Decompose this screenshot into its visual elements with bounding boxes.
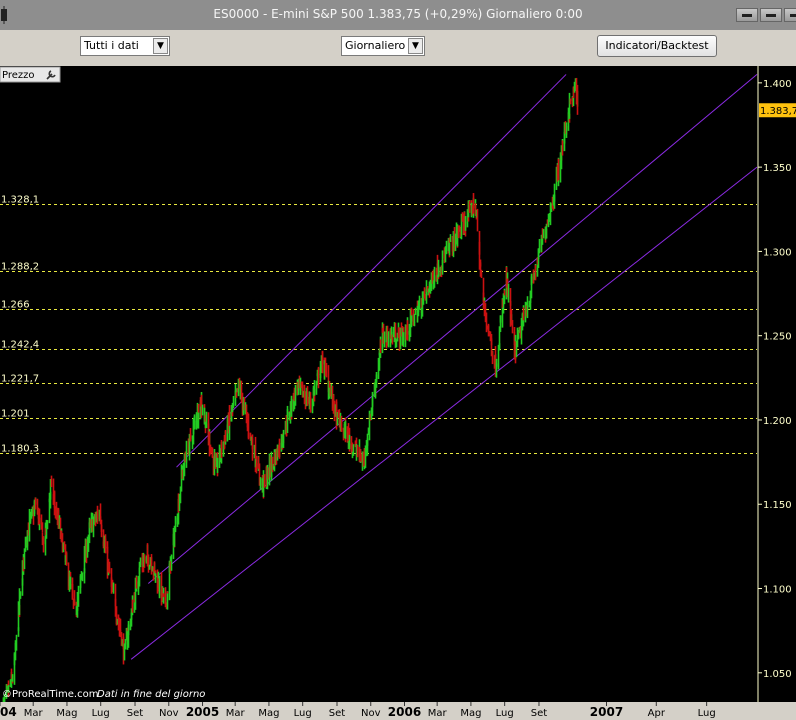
- price-tick-label: 1.100: [763, 585, 792, 596]
- level-label: 1.242,4: [1, 340, 39, 351]
- close-button[interactable]: [784, 8, 796, 22]
- price-tick-label: 1.150: [763, 500, 792, 511]
- data-range-select-value: Tutti i dati: [84, 39, 139, 52]
- time-tick-label: Mar: [24, 708, 44, 719]
- data-range-select[interactable]: Tutti i dati ▼: [80, 36, 170, 56]
- window-title: ES0000 - E-mini S&P 500 1.383,75 (+0,29%…: [213, 7, 583, 21]
- level-label: 1.180,3: [1, 444, 39, 455]
- time-tick-label: 2006: [388, 705, 421, 719]
- restore-button[interactable]: [760, 8, 782, 22]
- last-price-label: 1.383,7: [760, 106, 796, 117]
- level-label: 1.328,1: [1, 195, 39, 206]
- price-tick-label: 1.200: [763, 416, 792, 427]
- price-panel-label: Prezzo: [2, 70, 35, 81]
- time-tick-label: Lug: [698, 708, 716, 719]
- time-tick-label: Set: [531, 708, 548, 719]
- time-tick-label: Mag: [56, 708, 77, 719]
- time-tick-label: Set: [329, 708, 346, 719]
- time-tick-label: 2004: [0, 705, 17, 719]
- price-tick-label: 1.400: [763, 79, 792, 90]
- time-tick-label: Set: [127, 708, 144, 719]
- time-tick-label: Nov: [361, 708, 381, 719]
- time-tick-label: Mag: [460, 708, 481, 719]
- footer-brand: ©ProRealTime.com: [2, 689, 98, 700]
- period-select[interactable]: Giornaliero ▼: [341, 36, 425, 56]
- time-tick-label: Lug: [496, 708, 514, 719]
- footer-note: Dati in fine del giorno: [97, 689, 205, 700]
- chart-toolbar: Tutti i dati ▼ Giornaliero ▼ Indicatori/…: [0, 30, 796, 66]
- time-tick-label: Nov: [159, 708, 179, 719]
- price-chart[interactable]: 1.328,1 1.288,2 1.266 1.242,4 1.221,7 1.201 1.…: [0, 66, 796, 720]
- time-tick-label: Apr: [648, 708, 666, 719]
- window-title-bar: ES0000 - E-mini S&P 500 1.383,75 (+0,29%…: [0, 0, 796, 30]
- time-tick-label: 2005: [186, 705, 219, 719]
- level-label: 1.288,2: [1, 262, 39, 273]
- chevron-down-icon[interactable]: ▼: [153, 38, 168, 54]
- time-tick-label: 2007: [590, 705, 623, 719]
- time-axis: 2004 Mar Mag Lug Set Nov 2005 Mar Mag Lug Set Nov 20…: [0, 702, 796, 720]
- time-tick-label: Mar: [428, 708, 448, 719]
- period-select-value: Giornaliero: [345, 39, 406, 52]
- level-label: 1.201: [1, 409, 30, 420]
- level-label: 1.221,7: [1, 374, 39, 385]
- level-label: 1.266: [1, 300, 30, 311]
- time-tick-label: Mar: [226, 708, 246, 719]
- price-axis: 1.050 1.100 1.150 1.200 1.250 1.300 1.350 1.400…: [757, 66, 796, 720]
- time-tick-label: Lug: [294, 708, 312, 719]
- indicators-backtest-button[interactable]: Indicatori/Backtest: [597, 35, 717, 57]
- minimize-button[interactable]: [736, 8, 758, 22]
- price-tick-label: 1.050: [763, 669, 792, 680]
- chevron-down-icon[interactable]: ▼: [408, 38, 423, 54]
- price-tick-label: 1.350: [763, 163, 792, 174]
- time-tick-label: Mag: [258, 708, 279, 719]
- price-tick-label: 1.250: [763, 332, 792, 343]
- price-tick-label: 1.300: [763, 247, 792, 258]
- time-tick-label: Lug: [92, 708, 110, 719]
